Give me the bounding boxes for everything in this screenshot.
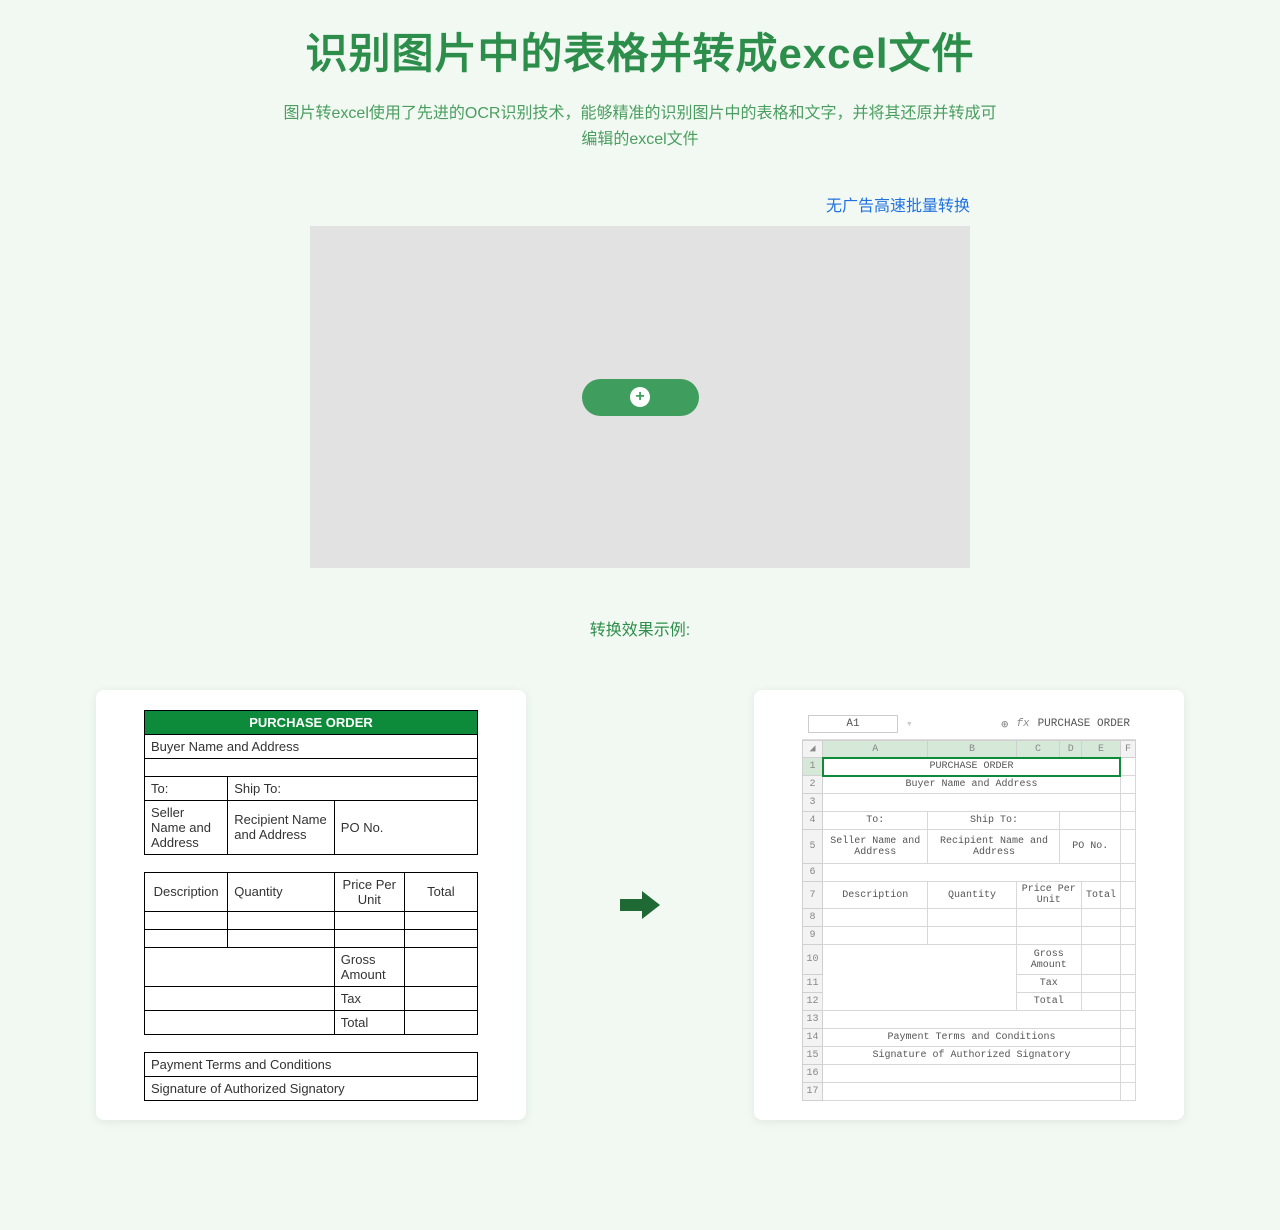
excel-r7-price: Price Per Unit [1016, 882, 1081, 909]
excel-corner: ◢ [803, 741, 823, 758]
purchase-order-table: PURCHASE ORDER Buyer Name and Address To… [144, 710, 478, 1101]
upload-dropzone[interactable]: + [310, 226, 970, 568]
excel-r12-total: Total [1016, 993, 1081, 1011]
zoom-icon: ⊕ [1001, 717, 1008, 732]
page-subtitle: 图片转excel使用了先进的OCR识别技术，能够精准的识别图片中的表格和文字，并… [280, 101, 1000, 152]
po-col-total: Total [404, 872, 477, 911]
excel-r7-desc: Description [823, 882, 928, 909]
excel-col-C: C [1016, 741, 1060, 758]
excel-r7-qty: Quantity [928, 882, 1016, 909]
promo-link[interactable]: 无广告高速批量转换 [826, 198, 970, 215]
excel-r4-ship: Ship To: [928, 812, 1060, 830]
excel-col-D: D [1060, 741, 1081, 758]
excel-col-E: E [1081, 741, 1120, 758]
po-totalrow: Total [334, 1010, 404, 1034]
excel-r15: Signature of Authorized Signatory [823, 1047, 1121, 1065]
arrow-right-icon [620, 893, 660, 917]
po-col-qty: Quantity [228, 872, 335, 911]
po-gross: Gross Amount [334, 947, 404, 986]
excel-cell-ref: A1 [808, 715, 898, 733]
po-tax: Tax [334, 986, 404, 1010]
po-col-price: Price Per Unit [334, 872, 404, 911]
example-label: 转换效果示例: [96, 616, 1184, 640]
excel-r10-gross: Gross Amount [1016, 945, 1081, 975]
po-seller: Seller Name and Address [145, 800, 228, 854]
excel-r11-tax: Tax [1016, 975, 1081, 993]
po-pono: PO No. [334, 800, 477, 854]
excel-r14: Payment Terms and Conditions [823, 1029, 1121, 1047]
excel-col-A: A [823, 741, 928, 758]
add-button[interactable]: + [582, 379, 699, 416]
po-terms: Payment Terms and Conditions [145, 1052, 478, 1076]
excel-col-F: F [1120, 741, 1135, 758]
formula-value: PURCHASE ORDER [1038, 718, 1130, 730]
excel-r2: Buyer Name and Address [823, 776, 1121, 794]
po-sig: Signature of Authorized Signatory [145, 1076, 478, 1100]
page-title: 识别图片中的表格并转成excel文件 [96, 20, 1184, 81]
excel-r7-total: Total [1081, 882, 1120, 909]
plus-icon: + [630, 387, 650, 407]
excel-preview: A1 ▾ ⊕ fx PURCHASE ORDER ◢ A B C D E [802, 709, 1136, 1101]
po-buyer: Buyer Name and Address [145, 734, 478, 758]
excel-r5-pono: PO No. [1060, 830, 1120, 864]
example-result-card: A1 ▾ ⊕ fx PURCHASE ORDER ◢ A B C D E [754, 690, 1184, 1120]
excel-r4-to: To: [823, 812, 928, 830]
po-recipient: Recipient Name and Address [228, 800, 335, 854]
excel-col-B: B [928, 741, 1016, 758]
po-to: To: [145, 776, 228, 800]
excel-r5-recipient: Recipient Name and Address [928, 830, 1060, 864]
example-source-card: PURCHASE ORDER Buyer Name and Address To… [96, 690, 526, 1120]
po-shipto: Ship To: [228, 776, 478, 800]
excel-r5-seller: Seller Name and Address [823, 830, 928, 864]
po-col-desc: Description [145, 872, 228, 911]
excel-r1: PURCHASE ORDER [823, 758, 1121, 776]
po-header: PURCHASE ORDER [145, 710, 478, 734]
fx-label: fx [1016, 718, 1029, 730]
